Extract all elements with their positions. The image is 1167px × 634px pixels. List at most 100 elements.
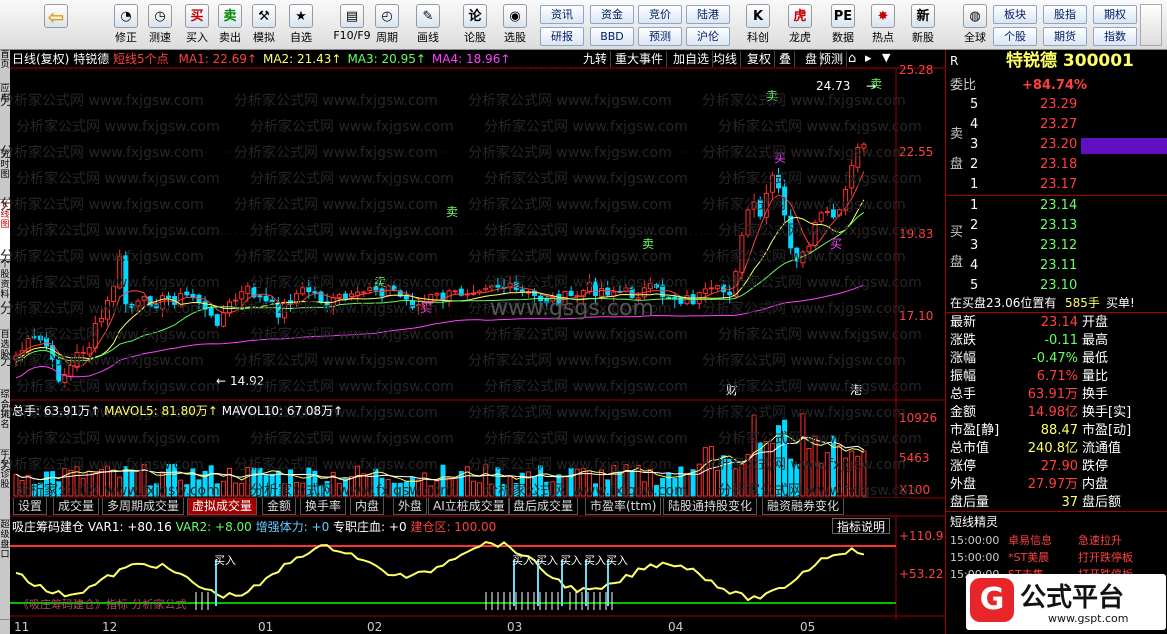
quick-button-8[interactable]: 板块 <box>993 5 1037 24</box>
stat-label: 最新 <box>950 315 977 330</box>
toolbar-button-clock[interactable]: ◴ 周期 <box>368 2 406 48</box>
chart-top-button-4[interactable]: 复权 <box>744 51 776 67</box>
quick-button-12[interactable]: 期货 <box>1043 27 1087 46</box>
toolbar-button-dragon[interactable]: 虎龙虎 <box>782 2 818 48</box>
home-icon[interactable]: ⌂ <box>848 51 856 66</box>
ask-price[interactable]: 23.18 <box>1040 156 1077 174</box>
quick-button-0[interactable]: 资讯 <box>540 5 584 24</box>
indicator-tab-7[interactable]: 外盘 <box>393 498 428 515</box>
toolbar-button-star[interactable]: ★ 自选 <box>283 2 319 48</box>
left-tab-6[interactable]: 综合排名 <box>0 390 10 450</box>
indicator-explain-button[interactable]: 指标说明 <box>832 518 891 534</box>
ask-price[interactable]: 23.27 <box>1040 116 1077 134</box>
chart-top-button-0[interactable]: 九转 <box>580 51 612 67</box>
indicator-tab-8[interactable]: AI立桩成交量 <box>428 498 510 515</box>
indicator-tab-9[interactable]: 盘后成交量 <box>508 498 579 515</box>
toolbar-button-label: 自选 <box>290 31 312 44</box>
toolbar-button-globe[interactable]: ◍ 全球 <box>955 2 995 48</box>
volume-bar <box>556 474 562 497</box>
left-tab-8[interactable]: 超级盘口 <box>0 520 10 620</box>
indicator-tab-4[interactable]: 金额 <box>262 498 297 515</box>
quick-button-2[interactable]: 竞价 <box>638 5 682 24</box>
left-tab-5[interactable]: 自选股 <box>0 330 10 390</box>
indicator-tab-12[interactable]: 融资融券变化 <box>762 498 845 515</box>
quick-button-3[interactable]: 陆港 <box>686 5 730 24</box>
left-tab-7[interactable]: 牛叉诊股 <box>0 450 10 520</box>
elf-stock[interactable]: *ST美晨 <box>1008 549 1049 567</box>
dropdown-icon[interactable]: ▼ <box>882 51 890 64</box>
toolbar-button-hammer[interactable]: ⚒ 模拟 <box>248 2 280 48</box>
stat-label-right: 最低 <box>1082 351 1109 366</box>
volume-bar <box>153 483 159 497</box>
volume-bar <box>806 448 812 497</box>
ask-price[interactable]: 23.20 <box>1040 136 1077 154</box>
left-tab-4[interactable]: 个股资料 <box>0 260 10 330</box>
toolbar-button-kechuang[interactable]: K 科创 <box>740 2 776 48</box>
quick-button-4[interactable]: 研报 <box>540 27 584 46</box>
volume-bar <box>666 472 672 497</box>
chart-top-button-1[interactable]: 重大事件 <box>612 51 668 67</box>
next-icon[interactable]: ▸ <box>865 51 872 66</box>
bid-price[interactable]: 23.14 <box>1040 197 1077 215</box>
left-tab-1[interactable]: 应用 <box>0 84 10 150</box>
bid-price[interactable]: 23.12 <box>1040 237 1077 255</box>
indicator-tab-2[interactable]: 多周期成交量 <box>102 498 185 515</box>
toolbar-button-pencil[interactable]: ✎ 画线 <box>410 2 446 48</box>
quick-button-5[interactable]: BBD <box>590 27 634 46</box>
toolbar-button-sell[interactable]: 卖卖出 <box>214 2 246 48</box>
ask-price[interactable]: 23.29 <box>1040 96 1077 114</box>
chart-top-button-7[interactable]: 预测 <box>816 51 848 67</box>
quick-button-11[interactable]: 个股 <box>993 27 1037 46</box>
volume-bar <box>147 485 153 497</box>
quick-button-7[interactable]: 沪伦 <box>686 27 730 46</box>
quick-button-13[interactable]: 指数 <box>1093 27 1137 46</box>
left-tab-3[interactable]: K线图 <box>0 200 10 260</box>
volume-bar <box>373 468 379 497</box>
chart-top-button-2[interactable]: 加自选 <box>670 51 714 67</box>
indicator-tab-11[interactable]: 陆股通持股变化 <box>663 498 758 515</box>
toolbar-button-hot[interactable]: ✸ 热点 <box>865 2 901 48</box>
candle-body <box>37 335 43 341</box>
toolbar-button-newstock[interactable]: 新新股 <box>905 2 941 48</box>
toolbar-button-speed[interactable]: ◷ 测速 <box>144 2 176 48</box>
stat-label-right: 盘后额 <box>1082 495 1122 510</box>
indicator-tab-1[interactable]: 成交量 <box>53 498 100 515</box>
toolbar-button-back-arrow[interactable]: ⇦ <box>42 2 70 48</box>
volume-bar <box>501 483 507 497</box>
indicator-tab-10[interactable]: 市盈率(ttm) <box>585 498 662 515</box>
toolbar-button-data[interactable]: PE 数据 <box>825 2 861 48</box>
quick-button-1[interactable]: 资金 <box>590 5 634 24</box>
bid-price[interactable]: 23.10 <box>1040 277 1077 295</box>
toolbar-button-fix[interactable]: ◔ 修正 <box>110 2 142 48</box>
elf-stock[interactable]: 卓易信息 <box>1008 532 1052 550</box>
chart-top-button-5[interactable]: 叠 <box>776 51 796 67</box>
volume-bar <box>782 419 788 497</box>
volume-bar <box>19 480 25 497</box>
toolbar-button-discuss[interactable]: 论论股 <box>457 2 493 48</box>
kline-chart-area[interactable]: 25.28 22.55 19.83 17.10 10926 5463 X100 +110.9 +… <box>0 50 945 634</box>
quick-button-9[interactable]: 股指 <box>1043 5 1087 24</box>
candle-body <box>312 291 318 294</box>
bid-price[interactable]: 23.13 <box>1040 217 1077 235</box>
left-tab-2[interactable]: 分时图 <box>0 150 10 200</box>
indicator-tab-6[interactable]: 内盘 <box>350 498 385 515</box>
left-tab-0[interactable]: 首页 <box>0 50 10 84</box>
volume-bar <box>641 481 647 497</box>
toolbar-button-buy[interactable]: 买买入 <box>181 2 213 48</box>
short-line-label: 短线5个点 <box>113 52 169 66</box>
ask-price[interactable]: 23.17 <box>1040 176 1077 194</box>
indicator-tab-5[interactable]: 换手率 <box>300 498 347 515</box>
indicator-tab-3[interactable]: 虚拟成交量 <box>187 498 258 515</box>
bid-price[interactable]: 23.11 <box>1040 257 1077 275</box>
toolbar-button-pick[interactable]: ◉ 选股 <box>496 2 534 48</box>
quick-button-6[interactable]: 预测 <box>638 27 682 46</box>
toolbar-button-label: 卖出 <box>219 31 241 44</box>
indicator-tab-0[interactable]: 设置 <box>13 498 48 515</box>
volume-bar <box>56 481 62 497</box>
volume-bar <box>672 478 678 497</box>
month-label: 02 <box>367 620 382 634</box>
chart-top-button-3[interactable]: 均线 <box>710 51 742 67</box>
candle-body <box>220 312 226 327</box>
quick-button-10[interactable]: 期权 <box>1093 5 1137 24</box>
candle-body <box>263 295 269 302</box>
